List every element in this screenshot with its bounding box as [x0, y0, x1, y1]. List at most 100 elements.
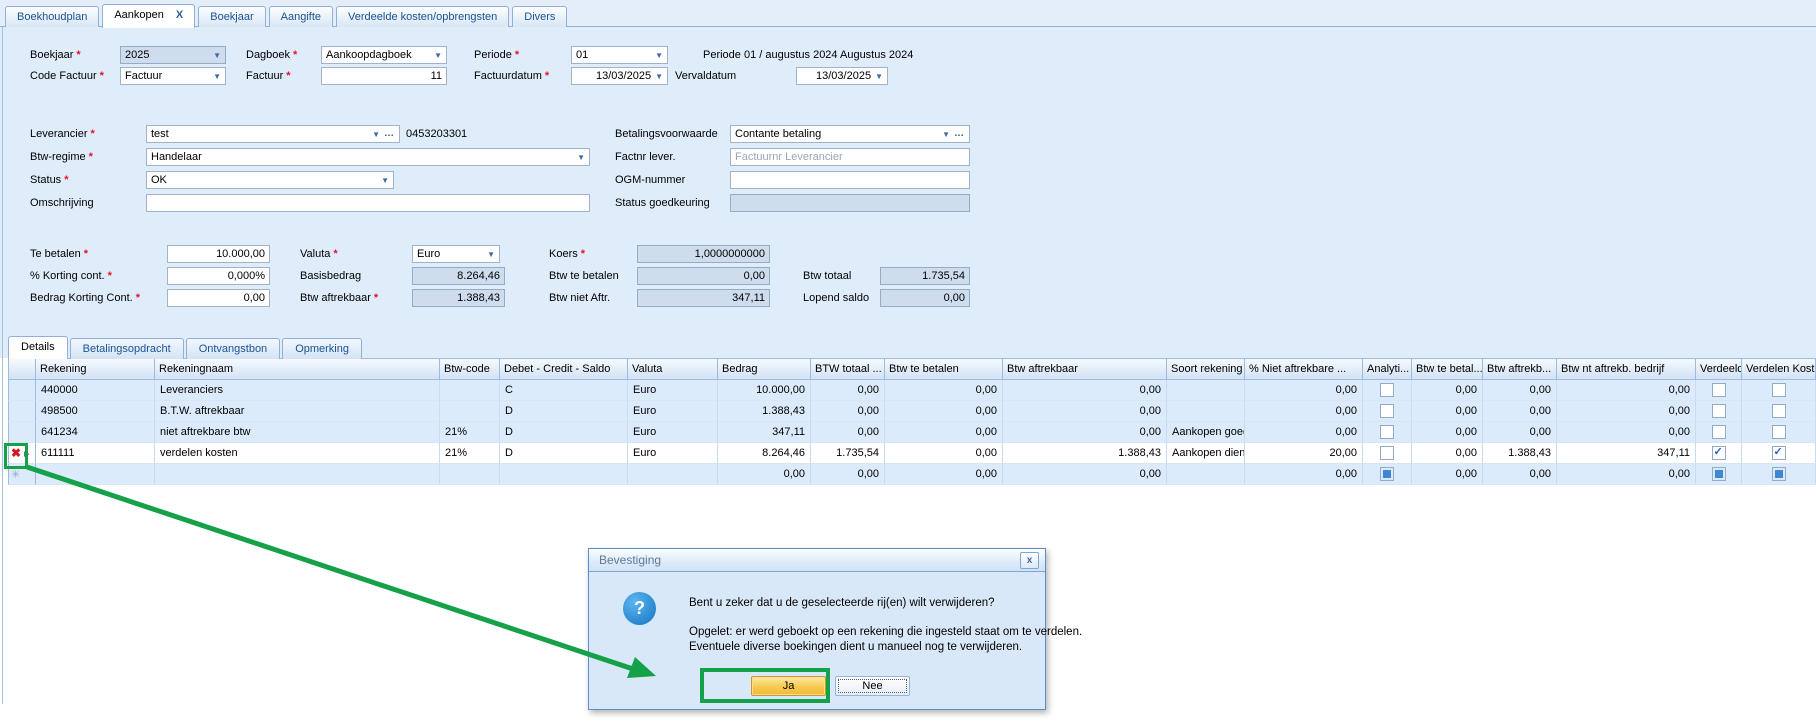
grid-cell-verdeeld[interactable]: [1696, 464, 1742, 485]
close-tab-icon[interactable]: X: [176, 9, 183, 21]
checkbox-indeterminate[interactable]: [1380, 467, 1394, 481]
grid-cell-verdeeld[interactable]: [1696, 380, 1742, 401]
checkbox-unchecked[interactable]: [1772, 404, 1786, 418]
grid-cell-btw-aftrekbaar[interactable]: 0,00: [1003, 380, 1167, 401]
grid-cell-verdelen-koste[interactable]: [1742, 380, 1816, 401]
chevron-down-icon[interactable]: ▼: [372, 130, 380, 139]
col-header-btw-nt-aftrekb-bedrijf[interactable]: Btw nt aftrekb. bedrijf: [1557, 358, 1696, 380]
dagboek-select[interactable]: Aankoopdagboek▼: [321, 46, 447, 64]
chevron-down-icon[interactable]: ▼: [434, 51, 442, 60]
checkbox-unchecked[interactable]: [1380, 446, 1394, 460]
grid-cell-bedrag[interactable]: 10.000,00: [718, 380, 811, 401]
grid-cell-niet-aftrekbare[interactable]: 0,00: [1245, 422, 1363, 443]
grid-cell-analyti[interactable]: [1363, 401, 1412, 422]
tab-boekjaar[interactable]: Boekjaar: [198, 6, 265, 28]
grid-cell-verdeeld[interactable]: [1696, 422, 1742, 443]
col-header-debet-credit-saldo[interactable]: Debet - Credit - Saldo: [500, 358, 628, 380]
grid-cell-rekeningnaam[interactable]: B.T.W. aftrekbaar: [155, 401, 440, 422]
grid-cell-btw-te-betalen[interactable]: 0,00: [885, 401, 1003, 422]
btw-te-betalen-field[interactable]: 0,00: [637, 267, 770, 285]
col-header-analyti[interactable]: Analyti...: [1363, 358, 1412, 380]
grid-cell-valuta[interactable]: Euro: [628, 443, 718, 464]
col-header-btw-aftrekb[interactable]: Btw aftrekb...: [1483, 358, 1557, 380]
grid-cell-rekening[interactable]: 641234: [36, 422, 155, 443]
checkbox-unchecked[interactable]: [1380, 404, 1394, 418]
grid-cell-verdelen-koste[interactable]: [1742, 422, 1816, 443]
grid-cell-btw-te-betalen[interactable]: 0,00: [885, 422, 1003, 443]
grid-cell-analyti[interactable]: [1363, 422, 1412, 443]
chevron-down-icon[interactable]: ▼: [655, 72, 663, 81]
grid-cell-soort-rekening[interactable]: [1167, 464, 1245, 485]
chevron-down-icon[interactable]: ▼: [381, 176, 389, 185]
grid-cell-bedrag[interactable]: 1.388,43: [718, 401, 811, 422]
te-betalen-field[interactable]: 10.000,00: [167, 245, 270, 263]
factuur-field[interactable]: 11: [321, 67, 447, 85]
betalingsvoorwaarde-select[interactable]: Contante betaling▼…: [730, 125, 970, 143]
grid-cell-niet-aftrekbare[interactable]: 0,00: [1245, 464, 1363, 485]
chevron-down-icon[interactable]: ▼: [213, 51, 221, 60]
grid-cell-analyti[interactable]: [1363, 443, 1412, 464]
grid-cell-btw-code[interactable]: 21%: [440, 422, 500, 443]
grid-cell-rekeningnaam[interactable]: [155, 464, 440, 485]
grid-cell-soort-rekening[interactable]: [1167, 401, 1245, 422]
checkbox-unchecked[interactable]: [1380, 425, 1394, 439]
grid-cell-btw-aftrekbaar[interactable]: 1.388,43: [1003, 443, 1167, 464]
checkbox-indeterminate[interactable]: [1772, 467, 1786, 481]
grid-cell-btw-te-betal[interactable]: 0,00: [1412, 401, 1483, 422]
checkbox-checked[interactable]: [1712, 446, 1726, 460]
checkbox-unchecked[interactable]: [1772, 383, 1786, 397]
close-icon[interactable]: x: [1020, 552, 1039, 569]
tab-details[interactable]: Details: [8, 336, 68, 359]
status-goedkeuring-field[interactable]: [730, 194, 970, 212]
leverancier-select[interactable]: test▼…: [146, 125, 400, 143]
grid-cell-btw-nt-aftrekb-bedrijf[interactable]: 347,11: [1557, 443, 1696, 464]
grid-cell-niet-aftrekbare[interactable]: 0,00: [1245, 401, 1363, 422]
grid-cell-btw-totaal[interactable]: 1.735,54: [811, 443, 885, 464]
grid-cell-btw-aftrekb[interactable]: 0,00: [1483, 422, 1557, 443]
col-header-btw-code[interactable]: Btw-code: [440, 358, 500, 380]
grid-cell-bedrag[interactable]: 0,00: [718, 464, 811, 485]
grid-cell-btw-aftrekb[interactable]: 1.388,43: [1483, 443, 1557, 464]
grid-cell-soort-rekening[interactable]: Aankopen diens...: [1167, 443, 1245, 464]
valuta-select[interactable]: Euro▼: [412, 245, 500, 263]
grid-cell-verdelen-koste[interactable]: [1742, 401, 1816, 422]
grid-cell-valuta[interactable]: [628, 464, 718, 485]
btw-totaal-field[interactable]: 1.735,54: [880, 267, 970, 285]
grid-cell-valuta[interactable]: Euro: [628, 422, 718, 443]
grid-cell-btw-te-betalen[interactable]: 0,00: [885, 380, 1003, 401]
chevron-down-icon[interactable]: ▼: [875, 72, 883, 81]
tab-boekhoudplan[interactable]: Boekhoudplan: [5, 6, 99, 28]
grid-cell-verdelen-koste[interactable]: [1742, 443, 1816, 464]
btw-aftrekbaar-field[interactable]: 1.388,43: [412, 289, 505, 307]
grid-cell-btw-totaal[interactable]: 0,00: [811, 464, 885, 485]
col-header-col[interactable]: [8, 358, 36, 380]
no-button[interactable]: Nee: [835, 676, 910, 696]
grid-cell-verdelen-koste[interactable]: [1742, 464, 1816, 485]
code-factuur-select[interactable]: Factuur▼: [120, 67, 226, 85]
grid-cell-btw-totaal[interactable]: 0,00: [811, 380, 885, 401]
factnr-lever-field[interactable]: Factuurnr Leverancier: [730, 148, 970, 166]
tab-betalingsopdracht[interactable]: Betalingsopdracht: [70, 338, 184, 359]
grid-cell-analyti[interactable]: [1363, 380, 1412, 401]
grid-cell-btw-te-betalen[interactable]: 0,00: [885, 464, 1003, 485]
chevron-down-icon[interactable]: ▼: [213, 72, 221, 81]
grid-cell-btw-code[interactable]: 21%: [440, 443, 500, 464]
col-header-btw-totaal[interactable]: BTW totaal ...: [811, 358, 885, 380]
grid-cell-bedrag[interactable]: 347,11: [718, 422, 811, 443]
ogm-nummer-field[interactable]: [730, 171, 970, 189]
tab-verdeelde-kosten-opbrengsten[interactable]: Verdeelde kosten/opbrengsten: [336, 6, 509, 28]
col-header-rekening[interactable]: Rekening: [36, 358, 155, 380]
checkbox-indeterminate[interactable]: [1712, 467, 1726, 481]
grid-cell-bedrag[interactable]: 8.264,46: [718, 443, 811, 464]
grid-cell-rekeningnaam[interactable]: verdelen kosten: [155, 443, 440, 464]
chevron-down-icon[interactable]: ▼: [942, 130, 950, 139]
grid-cell-analyti[interactable]: [1363, 464, 1412, 485]
grid-cell-btw-aftrekb[interactable]: 0,00: [1483, 380, 1557, 401]
col-header-bedrag[interactable]: Bedrag: [718, 358, 811, 380]
row-selector[interactable]: [8, 401, 36, 422]
btw-regime-select[interactable]: Handelaar▼: [146, 148, 590, 166]
korting-pct-field[interactable]: 0,000%: [167, 267, 270, 285]
col-header-soort-rekening[interactable]: Soort rekening: [1167, 358, 1245, 380]
checkbox-unchecked[interactable]: [1772, 425, 1786, 439]
chevron-down-icon[interactable]: ▼: [487, 250, 495, 259]
